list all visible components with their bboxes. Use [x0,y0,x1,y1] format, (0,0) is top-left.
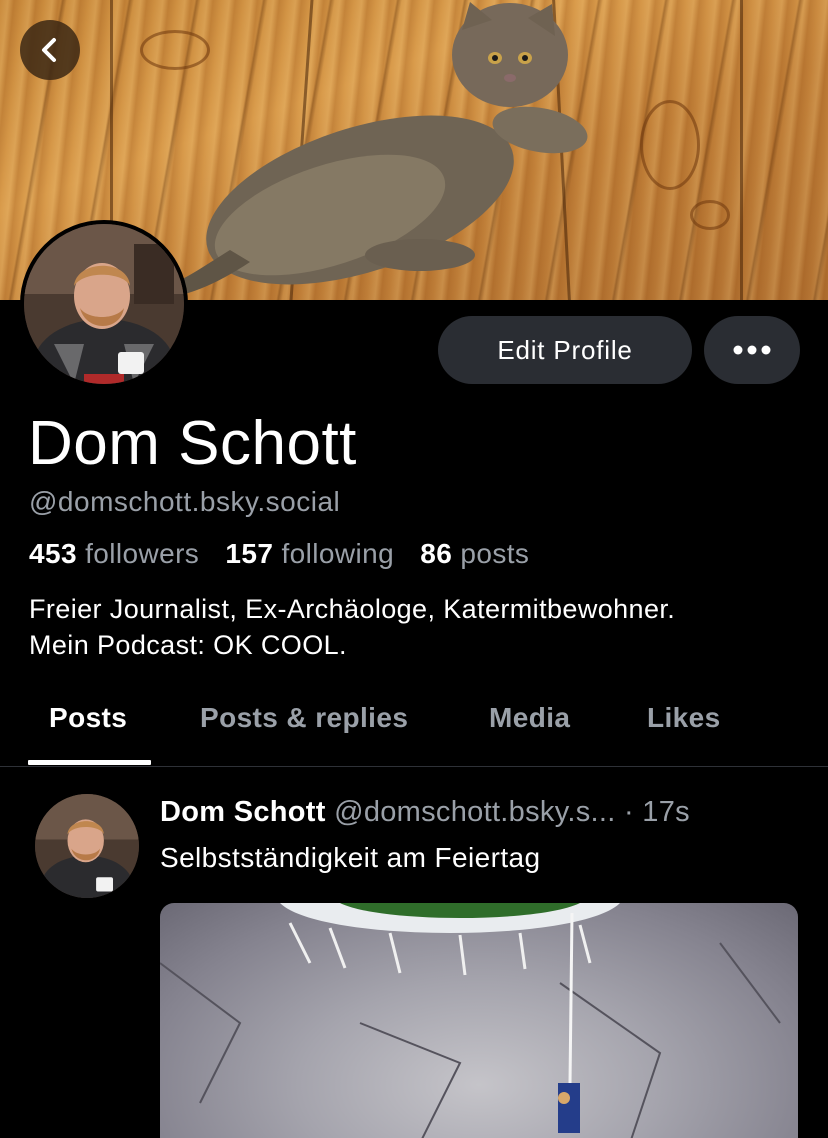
active-tab-indicator [28,760,151,765]
profile-avatar[interactable] [20,220,188,388]
profile-display-name: Dom Schott [28,409,357,478]
followers-label: followers [85,538,200,569]
post-header: Dom Schott @domschott.bsky.s... · 17s [160,796,690,829]
edit-profile-button[interactable]: Edit Profile [438,316,692,384]
following-count: 157 [225,538,274,569]
profile-bio: Freier Journalist, Ex-Archäologe, Katerm… [29,591,675,663]
following-label: following [281,538,395,569]
bio-line-1: Freier Journalist, Ex-Archäologe, Katerm… [29,594,676,624]
profile-tabs: Posts Posts & replies Media Likes [0,690,828,767]
following-stat[interactable]: 157 following [225,538,394,569]
tab-media[interactable]: Media [489,702,570,734]
tab-likes[interactable]: Likes [647,702,721,734]
chevron-left-icon [42,38,56,62]
post-timestamp[interactable]: 17s [642,796,690,828]
posts-stat: 86 posts [420,538,529,569]
tab-posts-and-replies[interactable]: Posts & replies [200,702,408,734]
profile-stats: 453 followers 157 following 86 posts [29,538,529,570]
followers-count: 453 [29,538,77,569]
tab-posts[interactable]: Posts [49,702,127,734]
post-media-image[interactable] [160,903,798,1138]
profile-screen: Edit Profile Dom Schott @domschott.bsky.… [0,0,828,1138]
bio-line-2: Mein Podcast: OK COOL. [29,630,347,660]
followers-stat[interactable]: 453 followers [29,538,199,569]
post-author-handle[interactable]: @domschott.bsky.s... [334,796,616,828]
posts-label: posts [460,538,530,569]
back-button[interactable] [20,20,80,80]
game-screenshot [160,903,781,1138]
post-author-avatar[interactable] [35,794,139,898]
post-separator: · [623,796,634,828]
post-text: Selbstständigkeit am Feiertag [160,842,541,873]
post-author-name[interactable]: Dom Schott [160,796,326,828]
posts-count: 86 [420,538,453,569]
ellipsis-icon [733,345,771,355]
avatar-photo [35,794,139,898]
avatar-photo [24,224,184,384]
profile-handle: @domschott.bsky.social [29,486,341,517]
more-options-button[interactable] [704,316,800,384]
